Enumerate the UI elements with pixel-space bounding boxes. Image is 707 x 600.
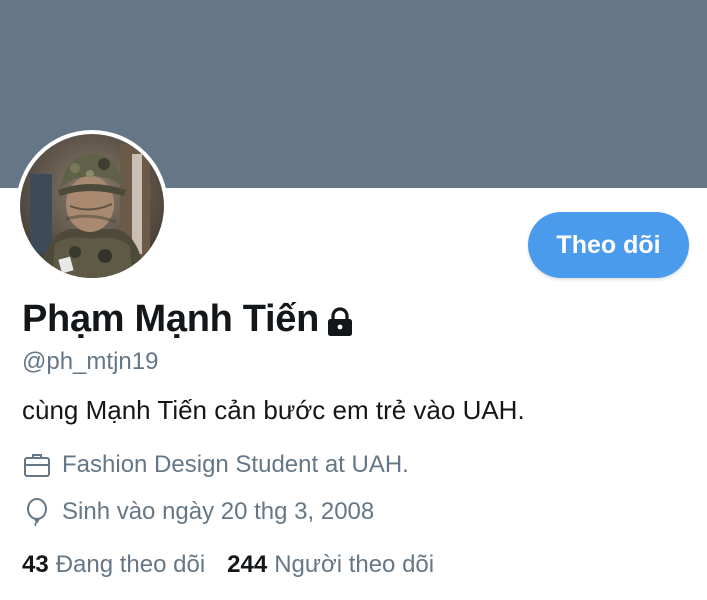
avatar[interactable] bbox=[16, 130, 168, 282]
following-link[interactable]: 43 Đang theo dõi bbox=[22, 551, 205, 579]
display-name: Phạm Mạnh Tiến bbox=[22, 298, 320, 340]
followers-link[interactable]: 244 Người theo dõi bbox=[227, 551, 434, 579]
birth-text: Sinh vào ngày 20 thg 3, 2008 bbox=[62, 498, 375, 525]
profile-bio: cùng Mạnh Tiến cản bước em trẻ vào UAH. bbox=[22, 395, 525, 425]
birth-info: Sinh vào ngày 20 thg 3, 2008 bbox=[22, 497, 374, 527]
lock-icon bbox=[325, 306, 355, 338]
briefcase-icon bbox=[22, 450, 52, 480]
followers-count: 244 bbox=[227, 551, 268, 578]
follow-button[interactable]: Theo dõi bbox=[528, 212, 689, 278]
job-info: Fashion Design Student at UAH. bbox=[22, 450, 409, 480]
username-handle: @ph_mtjn19 bbox=[22, 348, 159, 375]
following-count: 43 bbox=[22, 551, 49, 578]
balloon-icon bbox=[22, 497, 52, 527]
followers-label: Người theo dõi bbox=[274, 551, 435, 578]
following-label: Đang theo dõi bbox=[55, 551, 206, 578]
job-text: Fashion Design Student at UAH. bbox=[62, 451, 409, 478]
name-row: Phạm Mạnh Tiến bbox=[22, 298, 355, 341]
avatar-photo bbox=[20, 134, 164, 278]
follow-stats: 43 Đang theo dõi 244 Người theo dõi bbox=[22, 551, 434, 579]
